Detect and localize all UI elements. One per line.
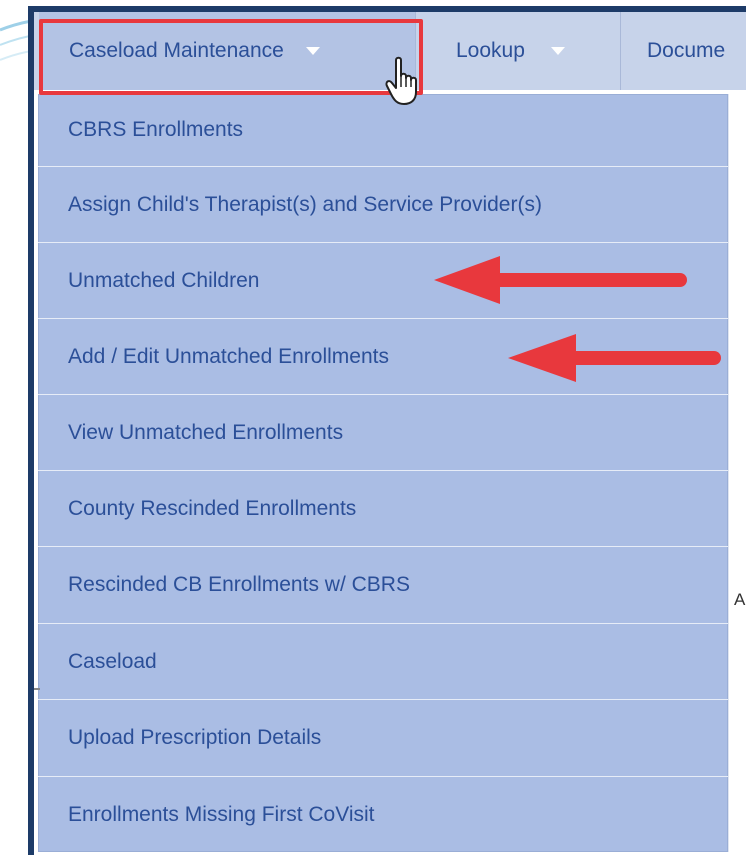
dropdown-right-edge [728, 94, 729, 852]
menu-item-label: Assign Child's Therapist(s) and Service … [68, 192, 542, 216]
menu-item-label: County Rescinded Enrollments [68, 496, 357, 520]
menu-item-upload-prescription-details[interactable]: Upload Prescription Details [38, 700, 728, 777]
menu-item-caseload[interactable]: Caseload [38, 624, 728, 700]
menu-item-cbrs-enrollments[interactable]: CBRS Enrollments [38, 94, 728, 167]
menu-item-label: Add / Edit Unmatched Enrollments [68, 344, 389, 368]
menu-item-rescinded-cb-enrollments[interactable]: Rescinded CB Enrollments w/ CBRS [38, 547, 728, 624]
underlying-page-line [34, 688, 40, 690]
menu-item-label: Caseload [68, 649, 157, 673]
menu-item-county-rescinded-enrollments[interactable]: County Rescinded Enrollments [38, 471, 728, 547]
menu-documents[interactable]: Docume [621, 12, 746, 90]
hand-pointer-icon [385, 56, 417, 105]
menu-item-label: Unmatched Children [68, 268, 260, 292]
menu-documents-label: Docume [647, 39, 726, 62]
highlight-box [39, 19, 423, 95]
menu-item-label: Enrollments Missing First CoVisit [68, 802, 375, 826]
caret-down-icon [550, 47, 565, 55]
menu-item-label: Upload Prescription Details [68, 726, 322, 749]
menu-item-label: CBRS Enrollments [68, 118, 244, 141]
menu-item-enrollments-missing-first-covisit[interactable]: Enrollments Missing First CoVisit [38, 777, 728, 852]
menu-lookup[interactable]: Lookup [416, 12, 620, 90]
menu-item-label: Rescinded CB Enrollments w/ CBRS [68, 573, 410, 596]
menu-item-assign-therapists[interactable]: Assign Child's Therapist(s) and Service … [38, 167, 728, 243]
menu-lookup-label: Lookup [456, 39, 525, 62]
menu-item-label: View Unmatched Enrollments [68, 420, 344, 444]
annotation-arrow-icon [508, 334, 721, 382]
underlying-page-text: A [734, 590, 746, 609]
annotation-arrow-icon [434, 256, 687, 304]
menu-item-view-unmatched-enrollments[interactable]: View Unmatched Enrollments [38, 395, 728, 471]
